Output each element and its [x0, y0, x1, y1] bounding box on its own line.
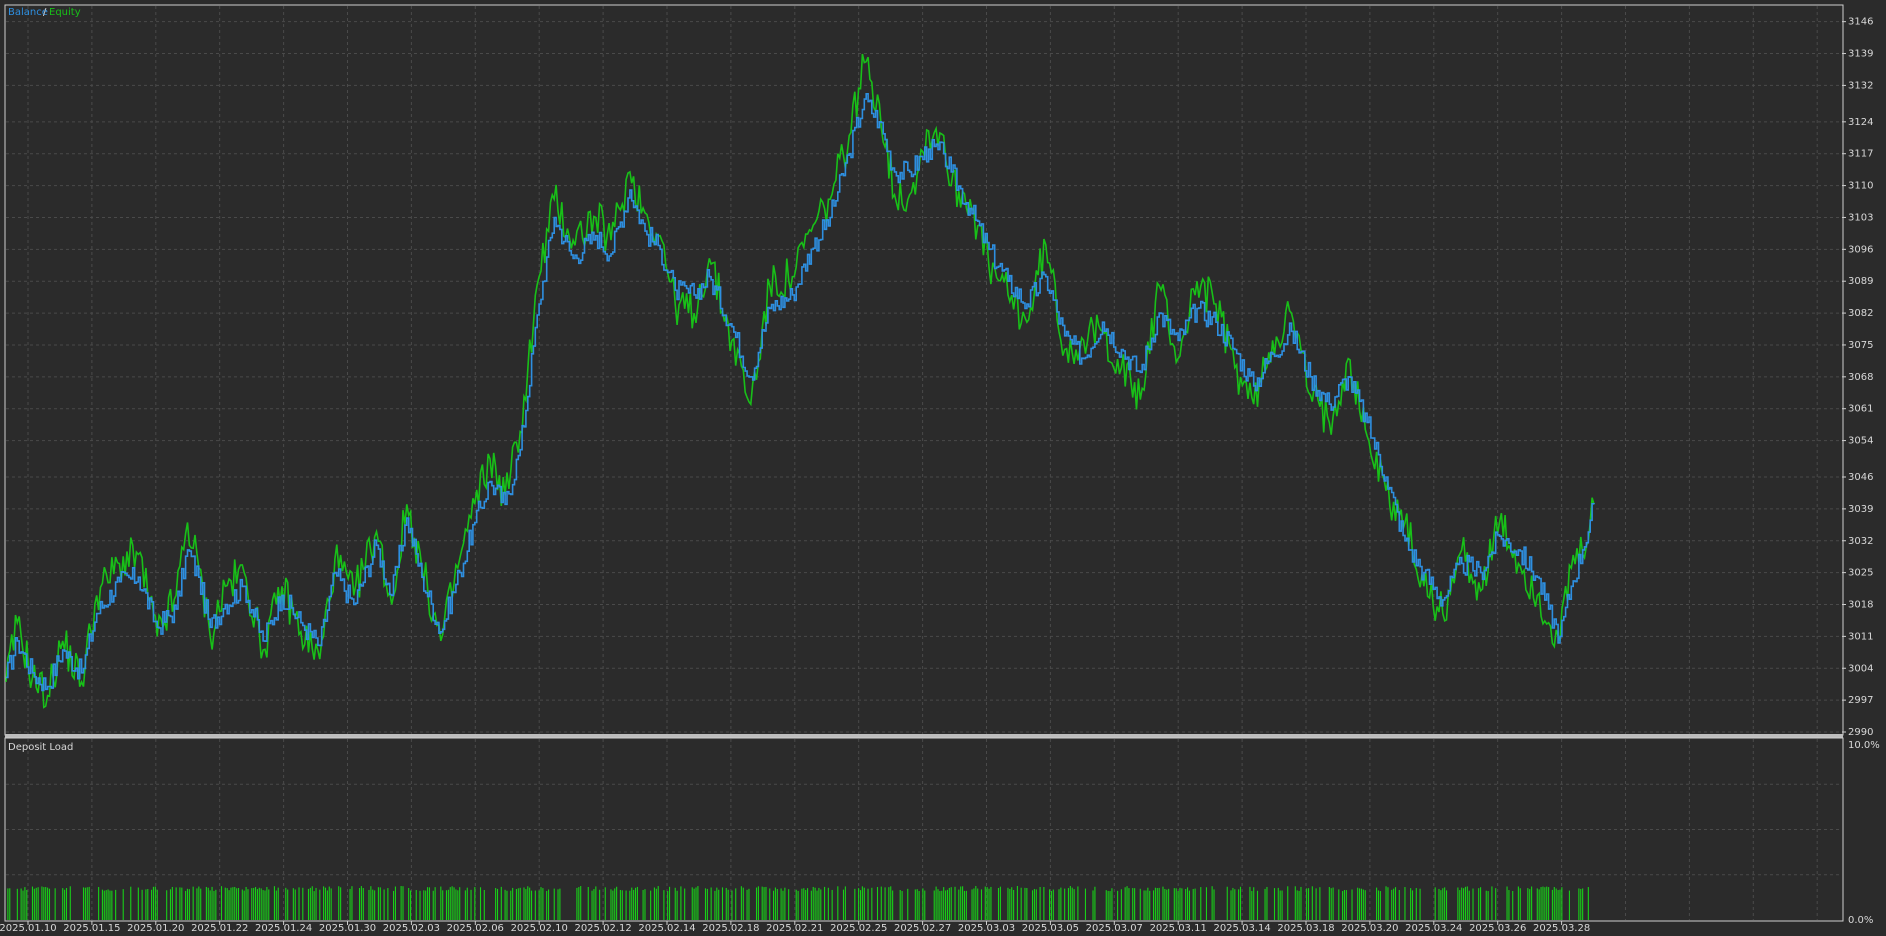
legend-balance: Balance [8, 7, 48, 18]
deposit-tick-top: 10.0% [1848, 740, 1880, 751]
x-tick-label: 2025.03.05 [1022, 923, 1079, 934]
strategy-report-chart: 3146 3139 3132 3124 3117 3110 3103 3096 3089 3082… [0, 0, 1886, 936]
y-tick-label: 3132 [1848, 80, 1873, 91]
y-tick-label: 2990 [1848, 727, 1873, 738]
y-tick-label: 2997 [1848, 695, 1873, 706]
x-tick-label: 2025.02.18 [702, 923, 759, 934]
x-tick-label: 2025.03.07 [1086, 923, 1143, 934]
x-tick-label: 2025.02.14 [638, 923, 695, 934]
y-tick-label: 3018 [1848, 600, 1873, 611]
y-tick-label: 3089 [1848, 276, 1873, 287]
x-tick-label: 2025.01.20 [127, 923, 184, 934]
y-tick-label: 3032 [1848, 536, 1873, 547]
y-tick-label: 3011 [1848, 631, 1873, 642]
x-tick-label: 2025.01.10 [0, 923, 57, 934]
legend-equity: Equity [49, 7, 81, 18]
y-tick-label: 3068 [1848, 372, 1873, 383]
y-tick-label: 3054 [1848, 436, 1873, 447]
y-tick-label: 3139 [1848, 49, 1873, 60]
date-x-axis: 2025.01.10 2025.01.15 2025.01.20 2025.01.22… [0, 921, 1590, 934]
x-tick-label: 2025.02.10 [511, 923, 568, 934]
y-tick-label: 3096 [1848, 244, 1873, 255]
x-tick-label: 2025.02.03 [383, 923, 440, 934]
deposit-load-title: Deposit Load [8, 742, 73, 753]
y-tick-label: 3061 [1848, 404, 1873, 415]
x-tick-label: 2025.02.25 [830, 923, 887, 934]
x-tick-label: 2025.01.30 [319, 923, 376, 934]
x-tick-label: 2025.03.26 [1469, 923, 1526, 934]
y-tick-label: 3039 [1848, 504, 1873, 515]
y-tick-label: 3146 [1848, 17, 1873, 28]
y-tick-label: 3103 [1848, 212, 1873, 223]
x-tick-label: 2025.02.27 [894, 923, 951, 934]
x-tick-label: 2025.01.15 [63, 923, 120, 934]
x-tick-label: 2025.02.21 [766, 923, 823, 934]
x-tick-label: 2025.03.24 [1405, 923, 1462, 934]
y-tick-label: 3025 [1848, 568, 1873, 579]
x-tick-label: 2025.01.22 [191, 923, 248, 934]
y-tick-label: 3004 [1848, 663, 1873, 674]
y-tick-label: 3110 [1848, 181, 1873, 192]
y-tick-label: 3046 [1848, 472, 1873, 483]
chart-background [0, 0, 1886, 936]
panel-separator[interactable] [5, 734, 1843, 738]
x-tick-label: 2025.03.28 [1533, 923, 1590, 934]
x-tick-label: 2025.03.18 [1277, 923, 1334, 934]
x-tick-label: 2025.03.20 [1341, 923, 1398, 934]
y-tick-label: 3082 [1848, 308, 1873, 319]
y-tick-label: 3117 [1848, 149, 1873, 160]
x-tick-label: 2025.03.11 [1150, 923, 1207, 934]
y-tick-label: 3124 [1848, 117, 1873, 128]
x-tick-label: 2025.02.06 [447, 923, 504, 934]
x-tick-label: 2025.01.24 [255, 923, 312, 934]
x-tick-label: 2025.02.12 [574, 923, 631, 934]
x-tick-label: 2025.03.03 [958, 923, 1015, 934]
x-tick-label: 2025.03.14 [1213, 923, 1270, 934]
y-tick-label: 3075 [1848, 340, 1873, 351]
deposit-tick-bottom: 0.0% [1848, 915, 1873, 926]
